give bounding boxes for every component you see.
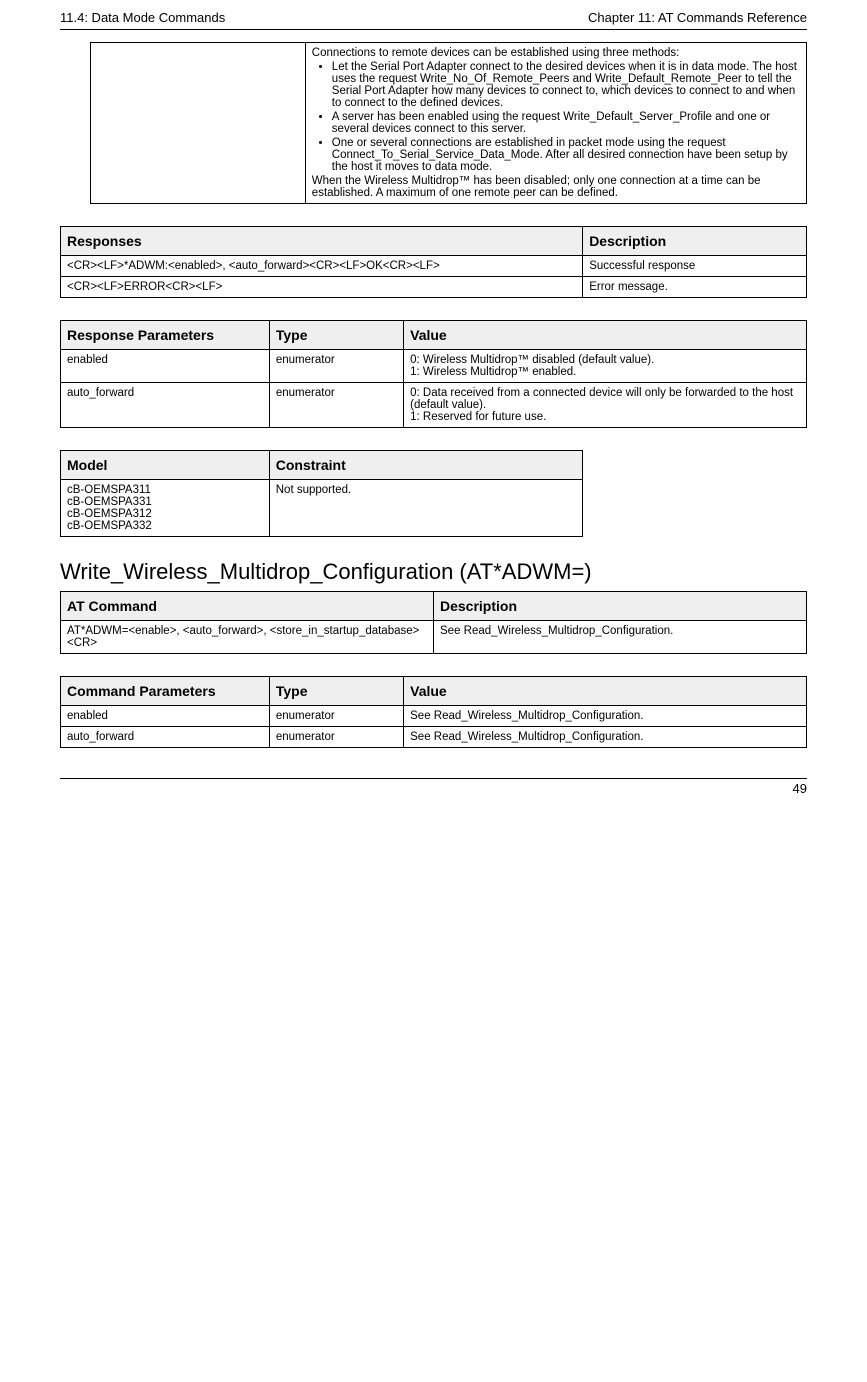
param-type-cell: enumerator bbox=[269, 350, 403, 383]
table-row: Connections to remote devices can be est… bbox=[91, 43, 807, 204]
param-type-cell: enumerator bbox=[269, 706, 403, 727]
model-cell: cB-OEMSPA311 cB-OEMSPA331 cB-OEMSPA312 c… bbox=[61, 480, 270, 537]
section-title: Write_Wireless_Multidrop_Configuration (… bbox=[60, 559, 807, 585]
param-name-cell: enabled bbox=[61, 706, 270, 727]
at-command-cell: AT*ADWM=<enable>, <auto_forward>, <store… bbox=[61, 621, 434, 654]
table-row: enabled enumerator See Read_Wireless_Mul… bbox=[61, 706, 807, 727]
type-header: Type bbox=[269, 677, 403, 706]
response-params-header: Response Parameters bbox=[61, 321, 270, 350]
description-cell: Error message. bbox=[583, 277, 807, 298]
responses-header: Responses bbox=[61, 227, 583, 256]
page-header: 11.4: Data Mode Commands Chapter 11: AT … bbox=[60, 10, 807, 30]
model-table: Model Constraint cB-OEMSPA311 cB-OEMSPA3… bbox=[60, 450, 583, 537]
description-cell: See Read_Wireless_Multidrop_Configuratio… bbox=[434, 621, 807, 654]
table-row: auto_forward enumerator See Read_Wireles… bbox=[61, 727, 807, 748]
table-row: <CR><LF>*ADWM:<enabled>, <auto_forward><… bbox=[61, 256, 807, 277]
page-content: 11.4: Data Mode Commands Chapter 11: AT … bbox=[0, 0, 867, 816]
description-cell: Connections to remote devices can be est… bbox=[305, 43, 806, 204]
at-command-table: AT Command Description AT*ADWM=<enable>,… bbox=[60, 591, 807, 654]
constraint-cell: Not supported. bbox=[269, 480, 582, 537]
value-header: Value bbox=[404, 321, 807, 350]
param-name-cell: enabled bbox=[61, 350, 270, 383]
param-value-cell: See Read_Wireless_Multidrop_Configuratio… bbox=[404, 727, 807, 748]
param-name-cell: auto_forward bbox=[61, 727, 270, 748]
value-header: Value bbox=[404, 677, 807, 706]
responses-table: Responses Description <CR><LF>*ADWM:<ena… bbox=[60, 226, 807, 298]
list-item: Let the Serial Port Adapter connect to t… bbox=[332, 61, 800, 109]
at-command-header: AT Command bbox=[61, 592, 434, 621]
header-right: Chapter 11: AT Commands Reference bbox=[588, 10, 807, 25]
cell-intro: Connections to remote devices can be est… bbox=[312, 47, 800, 59]
param-value-cell: 0: Wireless Multidrop™ disabled (default… bbox=[404, 350, 807, 383]
constraint-header: Constraint bbox=[269, 451, 582, 480]
table-header-row: Model Constraint bbox=[61, 451, 583, 480]
table-row: cB-OEMSPA311 cB-OEMSPA331 cB-OEMSPA312 c… bbox=[61, 480, 583, 537]
list-item: A server has been enabled using the requ… bbox=[332, 111, 800, 135]
param-value-cell: 0: Data received from a connected device… bbox=[404, 383, 807, 428]
list-item: One or several connections are establish… bbox=[332, 137, 800, 173]
table-row: auto_forward enumerator 0: Data received… bbox=[61, 383, 807, 428]
response-params-table: Response Parameters Type Value enabled e… bbox=[60, 320, 807, 428]
table-header-row: Command Parameters Type Value bbox=[61, 677, 807, 706]
page-number: 49 bbox=[793, 781, 807, 796]
type-header: Type bbox=[269, 321, 403, 350]
description-header: Description bbox=[434, 592, 807, 621]
page-footer: 49 bbox=[60, 778, 807, 796]
param-type-cell: enumerator bbox=[269, 727, 403, 748]
table-header-row: Responses Description bbox=[61, 227, 807, 256]
bullet-list: Let the Serial Port Adapter connect to t… bbox=[332, 61, 800, 173]
cell-outro: When the Wireless Multidrop™ has been di… bbox=[312, 175, 800, 199]
param-type-cell: enumerator bbox=[269, 383, 403, 428]
command-params-header: Command Parameters bbox=[61, 677, 270, 706]
table-row: <CR><LF>ERROR<CR><LF> Error message. bbox=[61, 277, 807, 298]
header-left: 11.4: Data Mode Commands bbox=[60, 10, 225, 25]
command-params-table: Command Parameters Type Value enabled en… bbox=[60, 676, 807, 748]
param-name-cell: auto_forward bbox=[61, 383, 270, 428]
description-header: Description bbox=[583, 227, 807, 256]
model-header: Model bbox=[61, 451, 270, 480]
table-row: AT*ADWM=<enable>, <auto_forward>, <store… bbox=[61, 621, 807, 654]
param-value-cell: See Read_Wireless_Multidrop_Configuratio… bbox=[404, 706, 807, 727]
top-continuation-table: Connections to remote devices can be est… bbox=[90, 42, 807, 204]
response-cell: <CR><LF>*ADWM:<enabled>, <auto_forward><… bbox=[61, 256, 583, 277]
empty-cell bbox=[91, 43, 306, 204]
table-header-row: Response Parameters Type Value bbox=[61, 321, 807, 350]
response-cell: <CR><LF>ERROR<CR><LF> bbox=[61, 277, 583, 298]
table-header-row: AT Command Description bbox=[61, 592, 807, 621]
table-row: enabled enumerator 0: Wireless Multidrop… bbox=[61, 350, 807, 383]
description-cell: Successful response bbox=[583, 256, 807, 277]
